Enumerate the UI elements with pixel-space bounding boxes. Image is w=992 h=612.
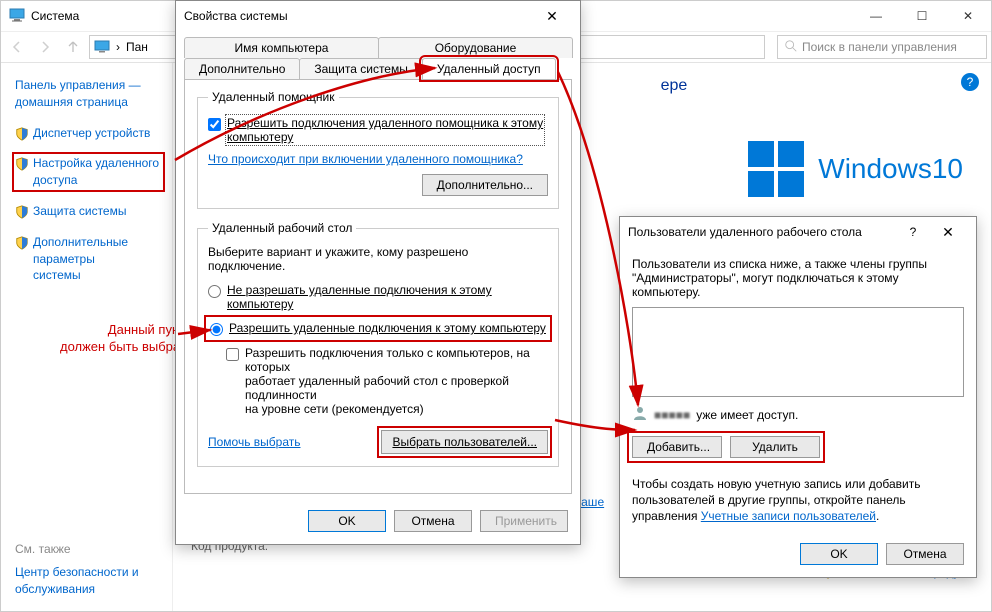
nla-checkbox-label: Разрешить подключения только с компьютер…: [245, 346, 548, 416]
window-controls: — ☐ ✕: [853, 1, 991, 31]
radio-allow[interactable]: [210, 323, 223, 336]
radio-allow-label: Разрешить удаленные подключения к этому …: [229, 321, 546, 335]
search-icon: [784, 39, 798, 56]
search-input[interactable]: Поиск в панели управления: [777, 35, 987, 59]
cancel-button[interactable]: Отмена: [394, 510, 472, 532]
maximize-button[interactable]: ☐: [899, 1, 945, 31]
tab-advanced[interactable]: Дополнительно: [184, 58, 300, 79]
nav-forward-icon[interactable]: [33, 35, 57, 59]
user-icon: [632, 405, 648, 424]
dialog2-intro: Пользователи из списка ниже, а также чле…: [632, 257, 964, 299]
ok-button[interactable]: OK: [308, 510, 386, 532]
see-also: См. также Центр безопасности иобслуживан…: [15, 541, 173, 597]
breadcrumb: Пан: [126, 40, 148, 54]
radio-dont-allow-label: Не разрешать удаленные подключения к это…: [227, 283, 548, 311]
nla-checkbox[interactable]: [226, 348, 239, 361]
remote-assistance-legend: Удаленный помощник: [208, 90, 339, 104]
tab-computer-name[interactable]: Имя компьютера: [184, 37, 379, 58]
dialog2-close-button[interactable]: ✕: [928, 224, 968, 241]
sidebar-home[interactable]: Панель управления —домашняя страница: [15, 77, 162, 111]
select-users-button[interactable]: Выбрать пользователей...: [381, 430, 548, 454]
cp-title: Система: [31, 9, 79, 23]
already-has-access-text: уже имеет доступ.: [696, 408, 798, 422]
advanced-button[interactable]: Дополнительно...: [422, 174, 548, 196]
nav-back-icon[interactable]: [5, 35, 29, 59]
allow-remote-assistance-checkbox[interactable]: [208, 118, 221, 131]
dialog2-title: Пользователи удаленного рабочего стола: [628, 225, 862, 239]
tab-remote[interactable]: Удаленный доступ: [422, 58, 556, 79]
remote-assistance-help-link[interactable]: Что происходит при включении удаленного …: [208, 152, 523, 166]
annotation-text: Данный пунктдолжен быть выбран!: [60, 322, 191, 356]
close-button[interactable]: ✕: [945, 1, 991, 31]
apply-button: Применить: [480, 510, 568, 532]
dialog2-ok-button[interactable]: OK: [800, 543, 878, 565]
allow-remote-assistance-label: Разрешить подключения удаленного помощни…: [227, 116, 543, 144]
user-accounts-link[interactable]: Учетные записи пользователей: [701, 509, 876, 523]
remote-desktop-intro: Выберите вариант и укажите, кому разреше…: [208, 245, 548, 273]
system-properties-dialog: Свойства системы ✕ Имя компьютера Оборуд…: [175, 0, 581, 545]
remote-desktop-users-dialog: Пользователи удаленного рабочего стола ?…: [619, 216, 977, 578]
computer-icon: [9, 7, 25, 26]
nav-up-icon[interactable]: [61, 35, 85, 59]
remote-assistance-group: Удаленный помощник Разрешить подключения…: [197, 90, 559, 209]
minimize-button[interactable]: —: [853, 1, 899, 31]
sidebar-remote-settings[interactable]: Настройка удаленногодоступа: [15, 155, 162, 189]
remove-user-button[interactable]: Удалить: [730, 436, 820, 458]
tab-hardware[interactable]: Оборудование: [378, 37, 573, 58]
dialog-title: Свойства системы: [184, 9, 288, 23]
remote-desktop-group: Удаленный рабочий стол Выберите вариант …: [197, 221, 559, 467]
windows10-brand: Windows10: [748, 141, 963, 197]
windows-logo-icon: [748, 141, 804, 197]
dialog2-help-button[interactable]: ?: [898, 225, 928, 239]
help-choose-link[interactable]: Помочь выбрать: [208, 435, 301, 449]
dialog2-cancel-button[interactable]: Отмена: [886, 543, 964, 565]
computer-icon: [94, 39, 110, 55]
add-user-button[interactable]: Добавить...: [632, 436, 722, 458]
sidebar-system-protection[interactable]: Защита системы: [15, 203, 162, 220]
sidebar-device-manager[interactable]: Диспетчер устройств: [15, 125, 162, 142]
remote-desktop-legend: Удаленный рабочий стол: [208, 221, 356, 235]
radio-dont-allow[interactable]: [208, 285, 221, 298]
users-listbox[interactable]: [632, 307, 964, 397]
security-center-link[interactable]: Центр безопасности иобслуживания: [15, 564, 173, 598]
sidebar-advanced-settings[interactable]: Дополнительные параметрысистемы: [15, 234, 162, 284]
dialog-close-button[interactable]: ✕: [532, 1, 572, 31]
search-placeholder: Поиск в панели управления: [802, 40, 957, 54]
tab-system-protection[interactable]: Защита системы: [299, 58, 422, 79]
